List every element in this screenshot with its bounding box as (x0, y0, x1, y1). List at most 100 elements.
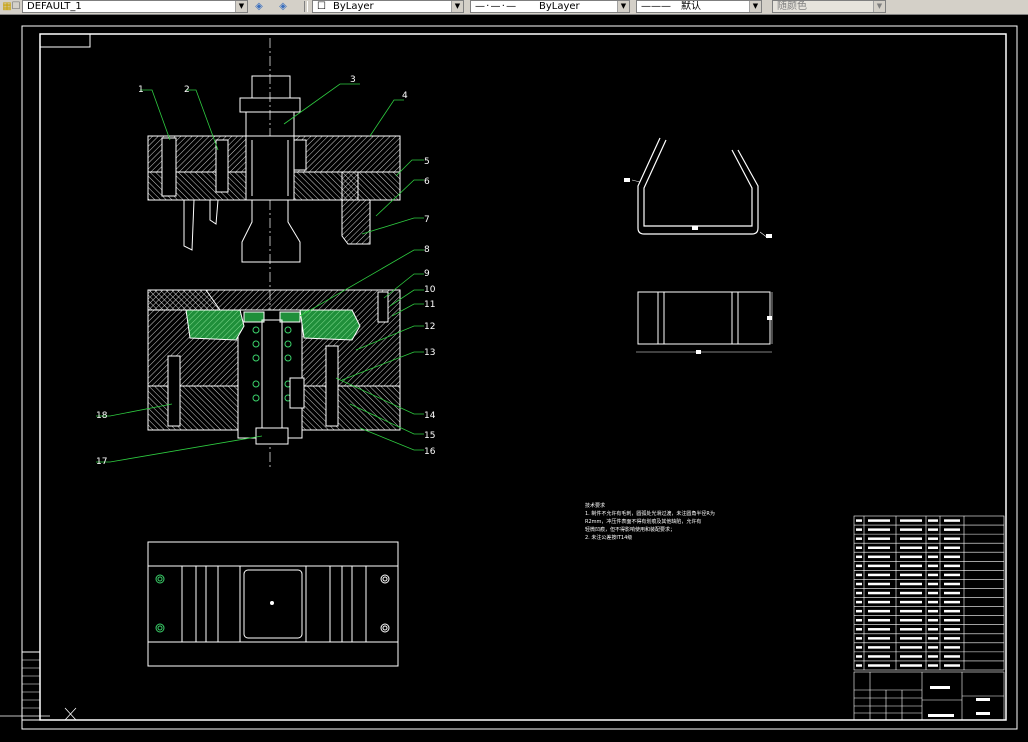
bom-cell-text (944, 555, 960, 559)
bom-cell-text (868, 564, 890, 568)
bom-cell-text (868, 591, 890, 595)
part-profile-view (624, 137, 772, 239)
bom-cell-text (928, 646, 938, 649)
bom-cell-text (944, 600, 960, 604)
lineweight-preview-icon: ——— (641, 1, 671, 12)
part-label-4: 4 (402, 91, 408, 101)
bom-cell-text (856, 582, 862, 586)
bom-cell-text (928, 628, 938, 631)
lower-die-plan-view (147, 541, 399, 667)
bom-cell-text (856, 564, 862, 568)
bom-cell-text (900, 555, 922, 559)
bom-cell-text (856, 528, 862, 531)
bom-cell-text (944, 664, 960, 667)
part-label-11: 11 (424, 300, 435, 310)
part-label-15: 15 (424, 431, 435, 441)
bom-cell-text (944, 528, 960, 531)
linetype-dropdown[interactable]: — · — · — ByLayer ▼ (470, 0, 630, 13)
bom-cell-text (868, 646, 890, 649)
bom-cell-text (928, 564, 938, 568)
chevron-down-icon[interactable]: ▼ (617, 1, 629, 12)
bom-cell-text (900, 637, 922, 640)
color-dropdown[interactable]: ☐ ByLayer ▼ (312, 0, 464, 13)
chevron-down-icon[interactable]: ▼ (451, 1, 463, 12)
bom-cell-text (856, 637, 862, 640)
plotstyle-dropdown: 随颜色 ▼ (772, 0, 886, 13)
lineweight-dropdown[interactable]: ——— 默认 ▼ (636, 0, 762, 13)
tech-note-line: R2mm，冲压件表面不得有划痕及其他缺陷，允许有 (585, 519, 702, 525)
bom-cell-text (944, 618, 960, 622)
bom-cell-text (900, 528, 922, 531)
bom-cell-text (900, 600, 922, 604)
bom-cell-text (944, 637, 960, 640)
title-block (853, 671, 1005, 721)
bom-cell-text (900, 618, 922, 622)
layer-dropdown[interactable]: DEFAULT_1 ▼ (22, 0, 248, 13)
plotstyle-dropdown-value: 随颜色 (777, 1, 807, 12)
bom-cell-text (868, 555, 890, 559)
bom-cell-text (900, 628, 922, 631)
bom-cell-text (868, 546, 890, 550)
bom-cell-text (944, 591, 960, 595)
part-label-8: 8 (424, 245, 430, 255)
bom-cell-text (928, 591, 938, 595)
bom-cell-text (944, 628, 960, 631)
bom-cell-text (868, 582, 890, 586)
bom-cell-text (900, 537, 922, 540)
toolbar-separator (304, 1, 308, 12)
bom-cell-text (928, 655, 938, 658)
bom-cell-text (868, 519, 890, 522)
part-label-14: 14 (424, 411, 436, 421)
bom-cell-text (900, 573, 922, 577)
bom-cell-text (868, 618, 890, 622)
tech-note-line: 轻微凹痕，但不得影响使用和装配要求； (585, 527, 676, 533)
bom-cell-text (928, 600, 938, 604)
technical-requirements: 技术要求 1. 制件不允许有毛刺，圆弧处光滑过渡，未注圆角半径R为 R2mm，冲… (585, 502, 725, 542)
bom-cell-text (928, 573, 938, 577)
color-swatch-icon: ☐ (317, 1, 326, 12)
bom-cell-text (928, 664, 938, 667)
bom-cell-text (944, 582, 960, 586)
layer-previous-icon[interactable]: ◈ (252, 0, 266, 13)
chevron-down-icon[interactable]: ▼ (749, 1, 761, 12)
tech-notes-title: 技术要求 (585, 503, 606, 509)
layer-states-icon[interactable]: ◈ (276, 0, 290, 13)
bom-cell-text (856, 573, 862, 577)
drawing-canvas[interactable]: 1 2 3 4 5 6 7 8 9 10 11 12 13 14 15 16 1… (0, 14, 1028, 738)
tech-note-line: 2. 未注公差按IT14级 (585, 535, 633, 541)
part-label-1: 1 (138, 85, 144, 95)
bom-cell-text (928, 618, 938, 622)
part-label-5: 5 (424, 157, 430, 167)
bom-cell-text (928, 637, 938, 640)
layer-dropdown-value: DEFAULT_1 (27, 1, 82, 12)
part-label-12: 12 (424, 322, 435, 332)
bom-cell-text (944, 564, 960, 568)
bom-cell-text (928, 519, 938, 522)
bom-cell-text (900, 591, 922, 595)
chevron-down-icon[interactable]: ▼ (235, 1, 247, 12)
chevron-down-icon: ▼ (873, 1, 885, 12)
lineweight-dropdown-value: 默认 (681, 1, 701, 12)
part-top-view (636, 291, 773, 354)
bom-cell-text (928, 546, 938, 550)
bom-cell-text (900, 546, 922, 550)
bom-cell-text (868, 637, 890, 640)
properties-toolbar: ▦ ☐ DEFAULT_1 ▼ ◈ ◈ ☐ ByLayer ▼ — · — · … (0, 0, 1028, 15)
bom-cell-text (928, 528, 938, 531)
lower-die-assembly (147, 289, 401, 445)
bom-cell-text (944, 573, 960, 577)
bom-cell-text (944, 546, 960, 550)
bom-cell-text (944, 646, 960, 649)
part-label-2: 2 (184, 85, 190, 95)
bom-cell-text (856, 537, 862, 540)
part-label-17: 17 (96, 457, 107, 467)
bom-cell-text (856, 591, 862, 595)
bom-cell-text (928, 537, 938, 540)
part-label-10: 10 (424, 285, 436, 295)
part-label-9: 9 (424, 269, 430, 279)
color-dropdown-value: ByLayer (333, 1, 374, 12)
bom-cell-text (868, 573, 890, 577)
tech-note-line: 1. 制件不允许有毛刺，圆弧处光滑过渡，未注圆角半径R为 (585, 511, 715, 517)
bom-cell-text (900, 519, 922, 522)
bom-cell-text (928, 582, 938, 586)
